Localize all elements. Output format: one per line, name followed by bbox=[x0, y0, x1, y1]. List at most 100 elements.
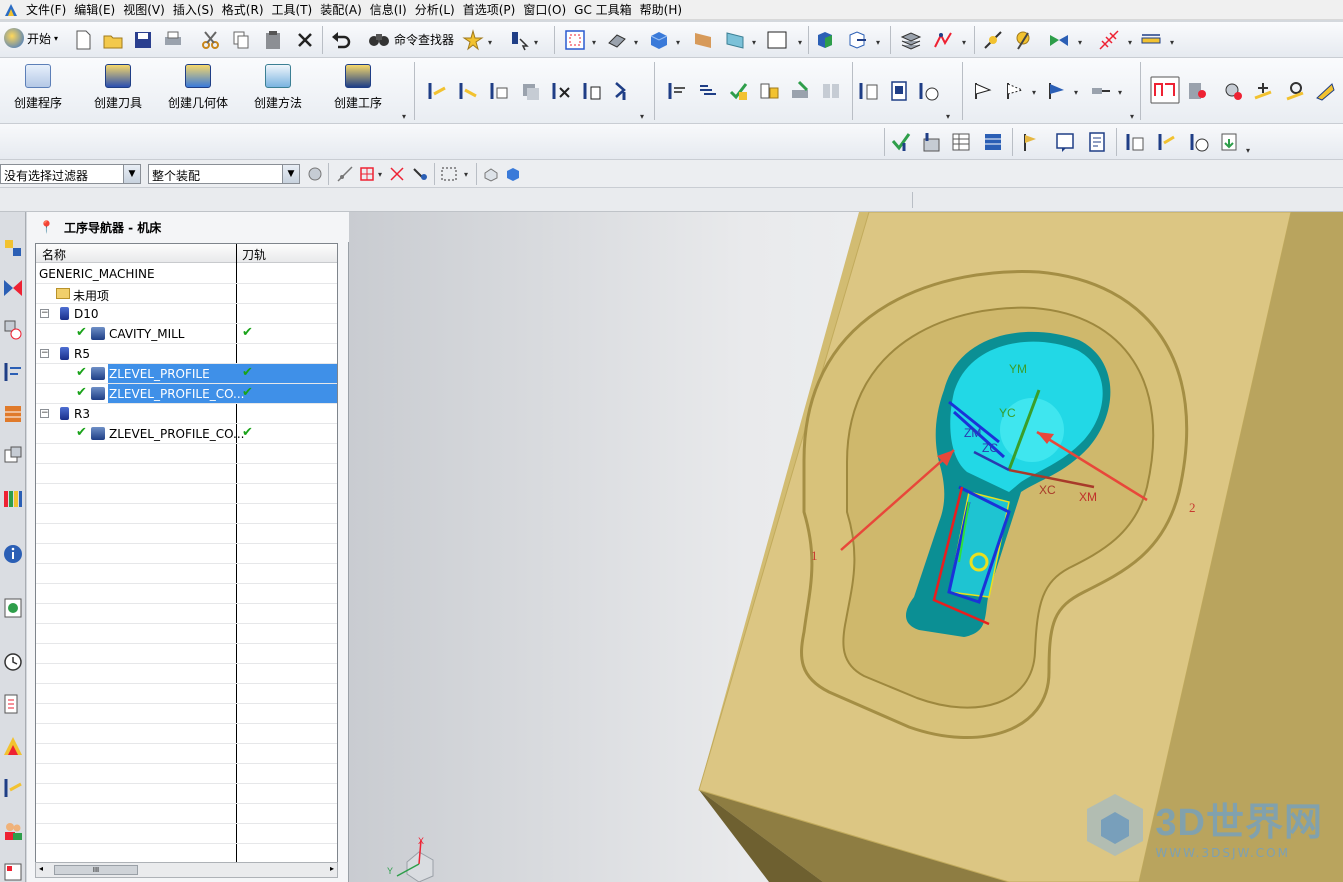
chevron-down-icon[interactable]: ▾ bbox=[378, 170, 382, 179]
part-navigator-icon[interactable] bbox=[2, 318, 24, 342]
postprocess-icon[interactable] bbox=[612, 80, 634, 102]
table-row[interactable]: ✔ ZLEVEL_PROFILE_CO... ✔ bbox=[36, 424, 337, 444]
snap-endpoint-icon[interactable] bbox=[336, 165, 354, 183]
print-icon[interactable] bbox=[162, 29, 184, 51]
create-tool-button[interactable]: 创建刀具 bbox=[82, 62, 154, 112]
open-folder-icon[interactable] bbox=[102, 29, 124, 51]
selection-mode-icon[interactable] bbox=[508, 29, 530, 51]
new-file-icon[interactable] bbox=[72, 29, 94, 51]
ruler-icon[interactable] bbox=[1140, 29, 1162, 51]
graphics-viewport[interactable]: YM YC ZM ZC XC XM 1 2 X Y 3D世界网 WWW.3DSJ… bbox=[349, 212, 1343, 882]
collapse-icon[interactable]: − bbox=[40, 309, 49, 318]
cut-icon[interactable] bbox=[200, 29, 222, 51]
chevron-down-icon[interactable]: ▾ bbox=[676, 38, 680, 47]
library-shelf-icon[interactable] bbox=[2, 486, 24, 510]
check-tool-icon[interactable] bbox=[890, 131, 912, 153]
arrow-blade-icon[interactable] bbox=[1314, 80, 1336, 102]
menu-assembly[interactable]: 装配(A) bbox=[316, 1, 366, 18]
chevron-down-icon[interactable]: ▾ bbox=[464, 170, 468, 179]
menu-info[interactable]: 信息(I) bbox=[366, 1, 411, 18]
menu-format[interactable]: 格式(R) bbox=[218, 1, 268, 18]
object-list-icon[interactable] bbox=[820, 80, 842, 102]
menu-insert[interactable]: 插入(S) bbox=[169, 1, 218, 18]
snap-tangent-icon[interactable] bbox=[412, 165, 430, 183]
render-style-icon[interactable] bbox=[606, 29, 628, 51]
operation-navigator-icon[interactable] bbox=[2, 360, 24, 384]
roles-icon[interactable] bbox=[2, 818, 24, 842]
palette-icon[interactable] bbox=[2, 860, 24, 882]
chevron-down-icon[interactable]: ▾ bbox=[592, 38, 596, 47]
wcs-icon[interactable] bbox=[846, 29, 868, 51]
machine-tool-view-icon[interactable] bbox=[666, 80, 688, 102]
column-toolpath-header[interactable]: 刀轨 bbox=[242, 246, 266, 263]
history-clock-icon[interactable] bbox=[2, 650, 24, 674]
replay-toolpath-icon[interactable] bbox=[457, 80, 479, 102]
chevron-down-icon[interactable]: ▾ bbox=[798, 38, 802, 47]
horizontal-scrollbar[interactable]: ◂ III ▸ bbox=[35, 862, 338, 878]
selection-filter-dropdown[interactable]: 没有选择过滤器 ▼ bbox=[0, 164, 141, 184]
chevron-down-icon[interactable]: ▾ bbox=[634, 38, 638, 47]
chevron-down-icon[interactable]: ▾ bbox=[402, 112, 406, 121]
snap-point-icon[interactable] bbox=[982, 29, 1004, 51]
menu-gc-toolkit[interactable]: GC 工具箱 bbox=[570, 1, 636, 18]
report-window-icon[interactable] bbox=[1054, 131, 1076, 153]
table-row[interactable]: GENERIC_MACHINE bbox=[36, 264, 337, 284]
chevron-down-icon[interactable]: ▾ bbox=[1128, 38, 1132, 47]
constraint-navigator-icon[interactable] bbox=[2, 276, 24, 300]
scroll-thumb[interactable]: III bbox=[54, 865, 138, 875]
save-icon[interactable] bbox=[132, 29, 154, 51]
background-icon[interactable] bbox=[692, 29, 714, 51]
assembly-navigator-icon[interactable] bbox=[2, 236, 24, 260]
collapse-icon[interactable]: − bbox=[40, 409, 49, 418]
undo-icon[interactable] bbox=[330, 29, 352, 51]
verify-toolpath-icon[interactable] bbox=[519, 80, 541, 102]
menu-preferences[interactable]: 首选项(P) bbox=[459, 1, 520, 18]
table-row[interactable]: ✔ ZLEVEL_PROFILE ✔ bbox=[36, 364, 337, 384]
feed-table-icon[interactable] bbox=[950, 131, 972, 153]
menu-file[interactable]: 文件(F) bbox=[22, 1, 70, 18]
method-view-icon[interactable] bbox=[758, 80, 780, 102]
select-body-icon[interactable] bbox=[504, 165, 522, 183]
toolpath-display-icon[interactable] bbox=[932, 29, 954, 51]
create-program-button[interactable]: 创建程序 bbox=[2, 62, 74, 112]
sketch-star-icon[interactable] bbox=[462, 29, 484, 51]
list-toolpath-icon[interactable] bbox=[488, 80, 510, 102]
create-geometry-button[interactable]: 创建几何体 bbox=[162, 62, 234, 112]
manufacturing-wizard-icon[interactable] bbox=[2, 776, 24, 800]
layer-settings-icon[interactable] bbox=[900, 29, 922, 51]
probe-icon[interactable] bbox=[1222, 80, 1244, 102]
chevron-down-icon[interactable]: ▾ bbox=[640, 112, 644, 121]
export-report-icon[interactable] bbox=[1218, 131, 1240, 153]
menu-help[interactable]: 帮助(H) bbox=[636, 1, 686, 18]
post-output-icon[interactable] bbox=[1156, 131, 1178, 153]
pin-icon[interactable]: 📍 bbox=[39, 220, 54, 234]
create-method-button[interactable]: 创建方法 bbox=[242, 62, 314, 112]
start-button[interactable]: 开始 ▾ bbox=[4, 28, 58, 48]
chevron-down-icon[interactable]: ▾ bbox=[946, 112, 950, 121]
feature-pattern-icon[interactable] bbox=[1150, 76, 1180, 104]
menu-view[interactable]: 视图(V) bbox=[119, 1, 169, 18]
chevron-down-icon[interactable]: ▾ bbox=[876, 38, 880, 47]
delete-icon[interactable] bbox=[294, 29, 316, 51]
part-model[interactable]: YM YC ZM ZC XC XM 1 2 X Y bbox=[349, 212, 1343, 882]
chevron-down-icon[interactable]: ▾ bbox=[1246, 146, 1250, 155]
document-icon[interactable] bbox=[1086, 131, 1108, 153]
time-estimate-icon[interactable] bbox=[918, 80, 940, 102]
chevron-down-icon[interactable]: ▾ bbox=[1170, 38, 1174, 47]
chevron-down-icon[interactable]: ▾ bbox=[488, 38, 492, 47]
menu-window[interactable]: 窗口(O) bbox=[519, 1, 570, 18]
assembly-scope-dropdown[interactable]: 整个装配 ▼ bbox=[148, 164, 300, 184]
system-materials-icon[interactable] bbox=[2, 692, 24, 716]
column-name-header[interactable]: 名称 bbox=[42, 246, 66, 263]
machining-time-icon[interactable] bbox=[1188, 131, 1210, 153]
collapse-icon[interactable]: − bbox=[40, 349, 49, 358]
chevron-down-icon[interactable]: ▾ bbox=[1074, 88, 1078, 97]
scroll-right-icon[interactable]: ▸ bbox=[330, 864, 334, 873]
filter-reset-icon[interactable] bbox=[306, 165, 324, 183]
table-row[interactable]: ✔ ZLEVEL_PROFILE_CO... ✔ bbox=[36, 384, 337, 404]
add-point-icon[interactable] bbox=[1252, 80, 1274, 102]
pennant-icon[interactable] bbox=[1020, 131, 1042, 153]
chevron-down-icon[interactable]: ▾ bbox=[1118, 88, 1122, 97]
copy-icon[interactable] bbox=[230, 29, 252, 51]
generate-toolpath-icon[interactable] bbox=[426, 80, 448, 102]
